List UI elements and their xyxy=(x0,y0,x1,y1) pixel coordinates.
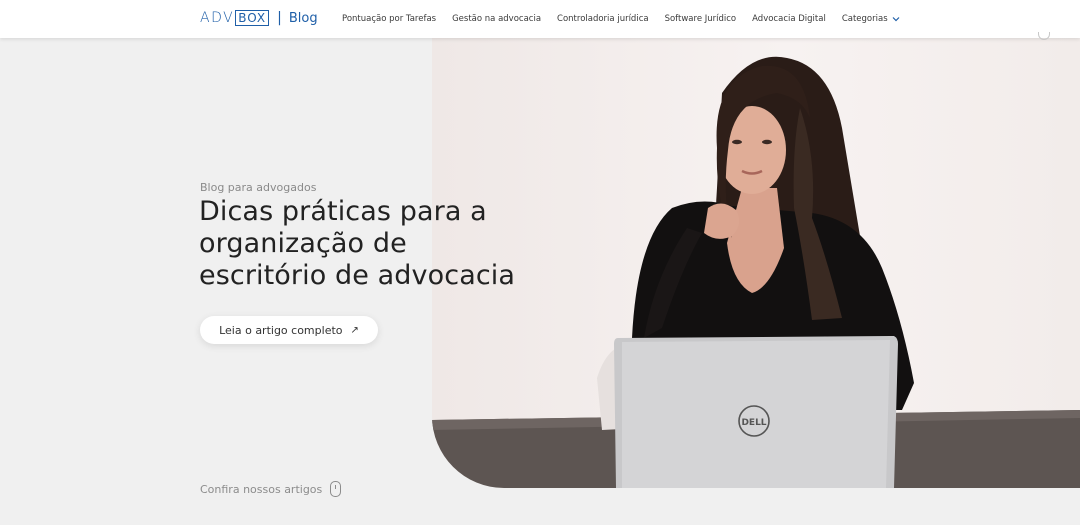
main-nav: Pontuação por Tarefas Gestão na advocaci… xyxy=(342,0,900,38)
logo-separator: | xyxy=(277,10,282,26)
see-articles-link[interactable]: Confira nossos artigos xyxy=(200,481,342,497)
laptop-brand-logo: DELL xyxy=(741,418,766,428)
nav-item-software[interactable]: Software Jurídico xyxy=(665,14,737,24)
hero-title-line-2: organização de xyxy=(199,228,407,259)
hero-kicker: Blog para advogados xyxy=(200,181,317,194)
arrow-up-right-icon: ↗ xyxy=(350,324,359,336)
hero-title-line-1: Dicas práticas para a xyxy=(199,196,487,227)
hero-title-line-3: escritório de advocacia xyxy=(199,260,516,291)
nav-item-categorias[interactable]: Categorias xyxy=(842,14,900,24)
read-article-button[interactable]: Leia o artigo completo ↗ xyxy=(200,316,378,344)
nav-item-gestao[interactable]: Gestão na advocacia xyxy=(452,14,541,24)
logo-blog-text: Blog xyxy=(288,10,318,26)
see-articles-label: Confira nossos artigos xyxy=(200,482,323,496)
nav-item-categorias-label: Categorias xyxy=(841,14,888,24)
nav-item-controladoria[interactable]: Controladoria jurídica xyxy=(557,14,649,24)
site-header: ADV BOX | Blog Pontuação por Tarefas Ges… xyxy=(0,0,1080,38)
hero-title: Dicas práticas para a organização de esc… xyxy=(199,196,559,292)
mouse-icon xyxy=(330,481,342,497)
chevron-down-icon xyxy=(892,17,900,22)
nav-item-pontuacao[interactable]: Pontuação por Tarefas xyxy=(342,14,436,24)
nav-item-advocacia-digital[interactable]: Advocacia Digital xyxy=(752,14,826,24)
logo-box-text: BOX xyxy=(235,10,270,26)
read-article-label: Leia o artigo completo xyxy=(219,323,343,337)
logo-adv-text: ADV xyxy=(200,10,235,26)
advbox-blog-logo[interactable]: ADV BOX | Blog xyxy=(200,9,318,27)
